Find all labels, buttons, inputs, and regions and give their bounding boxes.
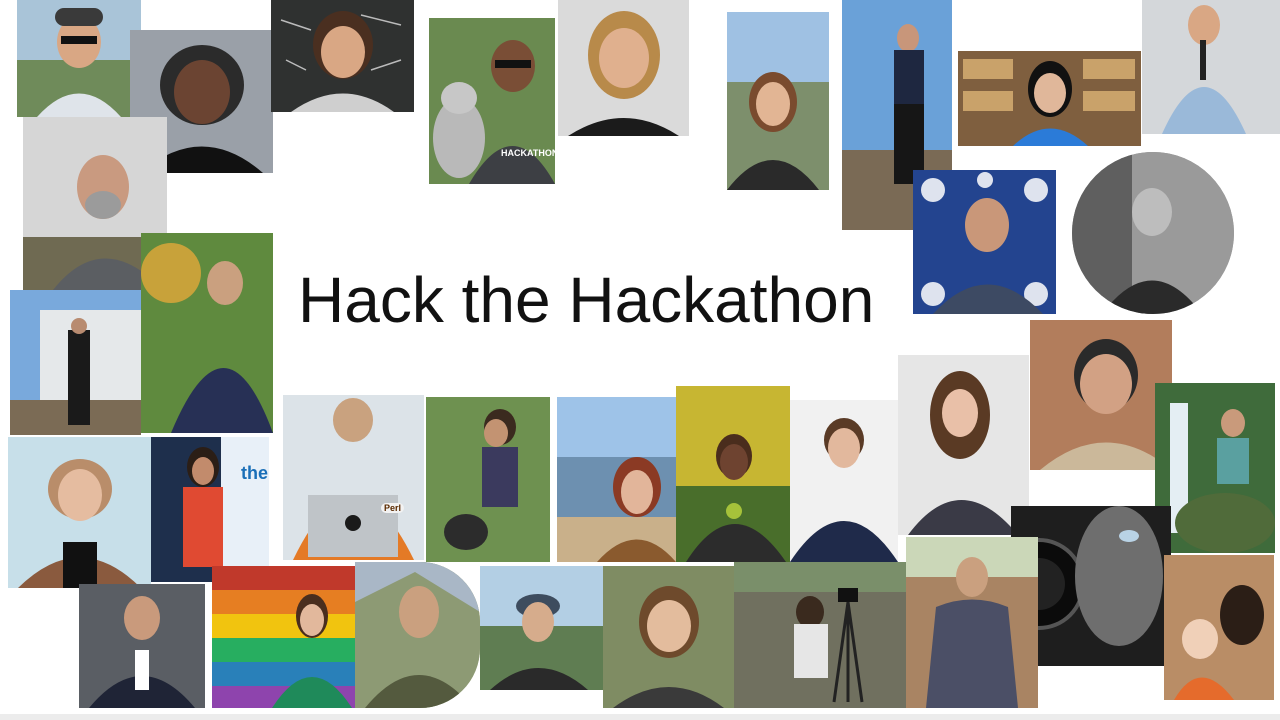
photo-woman-rainbow-wall [212,566,355,708]
shirt-logo-text: HACKATHON [501,148,555,158]
photo-woman-apple [676,386,790,562]
photo-man-hoodie [906,537,1038,708]
photo-hiker-waterfall [1155,383,1275,553]
photo-woman-long-hair [898,355,1029,535]
photo-woman-blonde [558,0,689,136]
photo-woman-gardening [426,397,550,562]
hackathon-collage-slide: HACKATHON Hack the Hackathon the Perl [0,0,1280,720]
photo-man-trees [141,233,273,433]
photo-man-mountains [355,562,480,708]
photo-man-chalkboard [271,0,414,112]
photo-woman-hat-valley [480,566,603,690]
photo-cyclist-bw [1072,152,1234,314]
photo-woman-bookshelf [958,51,1141,146]
photo-man-blue-pattern [913,170,1056,314]
photo-man-polo [790,400,898,562]
slide-footer-rule [0,714,1280,720]
photo-woman-glitter-jacket [8,437,151,588]
laptop-sticker: Perl [381,503,405,513]
photo-person-building [10,290,141,435]
photo-woman-camera-tripod [734,562,906,708]
photo-woman-beach [557,397,676,562]
photo-woman-presenting: the [151,437,269,582]
photo-man-plush-toy: HACKATHON [429,18,555,184]
photo-man-glasses-beard [1030,320,1172,470]
photo-woman-hands-hair [603,566,734,708]
photo-man-microphone [1142,0,1280,134]
photo-woman-headphones [17,0,141,117]
slide-title: Hack the Hackathon [298,264,875,336]
photo-woman-child [1164,555,1274,700]
photo-person-laptop: Perl [283,395,424,560]
photo-man-suit [79,584,205,708]
photo-woman-waterfall [727,12,829,190]
sign-text: the [241,463,268,483]
